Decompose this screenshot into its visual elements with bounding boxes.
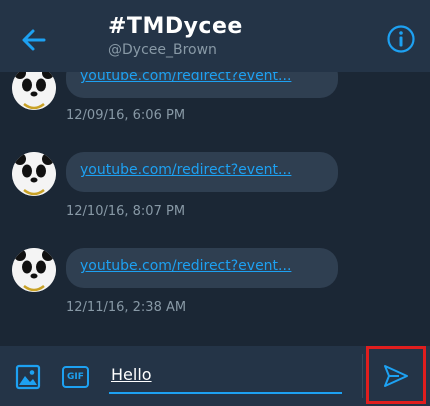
avatar[interactable] — [12, 248, 56, 292]
message-timestamp: 12/09/16, 6:06 PM — [66, 108, 186, 123]
message-input[interactable]: Hello — [109, 358, 342, 394]
info-circle-icon — [387, 25, 415, 53]
send-button[interactable] — [366, 346, 426, 404]
avatar[interactable] — [12, 72, 56, 110]
conversation-title: #TMDycee — [108, 14, 243, 39]
panda-avatar-icon — [12, 152, 56, 196]
conversation-username: @Dycee_Brown — [108, 42, 217, 58]
message-list[interactable]: youtube.com/redirect?event... 12/09/16, … — [0, 72, 430, 346]
message-link[interactable]: youtube.com/redirect?event... — [80, 258, 291, 274]
message-input-value: Hello — [111, 365, 152, 384]
message-bubble: youtube.com/redirect?event... — [66, 248, 338, 288]
conversation-header: #TMDycee @Dycee_Brown — [0, 0, 430, 72]
message-link[interactable]: youtube.com/redirect?event... — [80, 72, 291, 84]
send-icon — [384, 365, 408, 387]
image-icon — [15, 364, 41, 390]
message-timestamp: 12/11/16, 2:38 AM — [66, 300, 187, 315]
composer-divider — [362, 354, 363, 398]
message-timestamp: 12/10/16, 8:07 PM — [66, 204, 186, 219]
message-bubble: youtube.com/redirect?event... — [66, 152, 338, 192]
info-button[interactable] — [386, 24, 416, 54]
arrow-left-icon — [22, 29, 46, 51]
message-composer: GIF Hello — [0, 346, 430, 406]
back-button[interactable] — [18, 24, 50, 56]
panda-avatar-icon — [12, 72, 56, 110]
add-image-button[interactable] — [15, 364, 41, 390]
message-link[interactable]: youtube.com/redirect?event... — [80, 162, 291, 178]
panda-avatar-icon — [12, 248, 56, 292]
message-bubble: youtube.com/redirect?event... — [66, 72, 338, 98]
avatar[interactable] — [12, 152, 56, 196]
add-gif-button[interactable]: GIF — [62, 366, 89, 388]
